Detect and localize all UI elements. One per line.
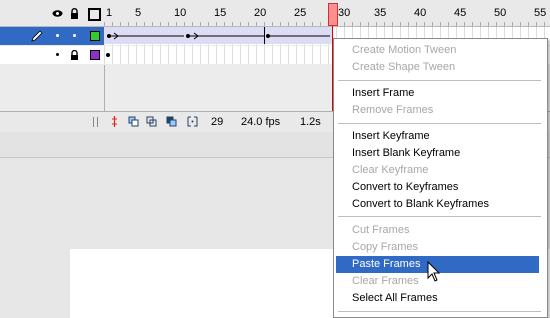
keyframe-dot[interactable]: [107, 34, 111, 38]
menu-item-remove-frames: Remove Frames: [352, 104, 434, 116]
pencil-icon: [31, 30, 43, 42]
eye-icon[interactable]: [52, 8, 63, 19]
tick-label: 5: [135, 7, 142, 19]
tick-label: 45: [454, 7, 467, 19]
tick-label: 25: [294, 7, 307, 19]
menu-item-create-shape-tween: Create Shape Tween: [352, 61, 456, 73]
tick-label: 10: [174, 7, 187, 19]
menu-item-insert-frame[interactable]: Insert Frame: [336, 85, 539, 102]
elapsed-time-value: 1.2s: [300, 116, 321, 128]
menu-item-cut-frames: Cut Frames: [352, 224, 410, 236]
motion-tween-span[interactable]: [104, 27, 333, 44]
tick-label: 35: [374, 7, 387, 19]
modify-onion-markers-icon[interactable]: [187, 116, 198, 127]
tick-label: 50: [494, 7, 507, 19]
tick-label: 20: [254, 7, 267, 19]
menu-item-create-motion-tween: Create Motion Tween: [352, 44, 457, 56]
onion-skin-icon[interactable]: [128, 116, 139, 127]
edit-multiple-frames-icon[interactable]: [166, 116, 177, 127]
menu-item-clear-keyframe: Clear Keyframe: [352, 164, 429, 176]
tick-label: 15: [214, 7, 227, 19]
current-frame-value: 29: [211, 116, 224, 128]
center-frame-icon[interactable]: [109, 116, 120, 127]
onion-skin-outlines-icon[interactable]: [146, 116, 157, 127]
menu-item-insert-blank-keyframe[interactable]: Insert Blank Keyframe: [336, 145, 539, 162]
status-separator: [93, 117, 98, 127]
outline-icon[interactable]: [88, 8, 101, 21]
menu-item-select-all-frames[interactable]: Select All Frames: [336, 290, 539, 307]
layer-header[interactable]: [0, 46, 104, 64]
menu-item-convert-to-blank-keyframes[interactable]: Convert to Blank Keyframes: [336, 196, 539, 213]
ruler-ticks: [104, 0, 550, 26]
menu-separator: [338, 80, 541, 81]
tick-label: 30: [338, 7, 351, 19]
menu-item-convert-to-keyframes[interactable]: Convert to Keyframes: [336, 179, 539, 196]
layer-color-box[interactable]: [90, 50, 100, 60]
keyframe-dot[interactable]: [266, 34, 270, 38]
lock-dot[interactable]: [73, 34, 76, 37]
visibility-dot[interactable]: [56, 53, 59, 56]
menu-separator: [338, 123, 541, 124]
menu-separator: [338, 311, 541, 312]
keyframe-dot[interactable]: [186, 34, 190, 38]
lock-icon[interactable]: [70, 50, 79, 60]
playhead[interactable]: [328, 3, 338, 26]
layer-color-box[interactable]: [90, 31, 100, 41]
menu-item-insert-keyframe[interactable]: Insert Keyframe: [336, 128, 539, 145]
layer-header[interactable]: [0, 27, 104, 45]
menu-separator: [338, 216, 541, 217]
tick-label: 55: [534, 7, 547, 19]
mouse-cursor-icon: [427, 261, 441, 282]
tick-label: 1: [106, 7, 113, 19]
visibility-dot[interactable]: [56, 34, 59, 37]
keyframe-dot[interactable]: [106, 53, 110, 57]
menu-item-copy-frames: Copy Frames: [352, 241, 419, 253]
keyframe-divider: [264, 27, 265, 44]
frame-rate-value[interactable]: 24.0 fps: [241, 116, 280, 128]
frame-ruler[interactable]: 1 5 10 15 20 25 30 35 40 45 50 55: [0, 0, 550, 27]
tween-arrows: [110, 32, 330, 40]
lock-icon[interactable]: [69, 8, 80, 19]
tick-label: 40: [414, 7, 427, 19]
